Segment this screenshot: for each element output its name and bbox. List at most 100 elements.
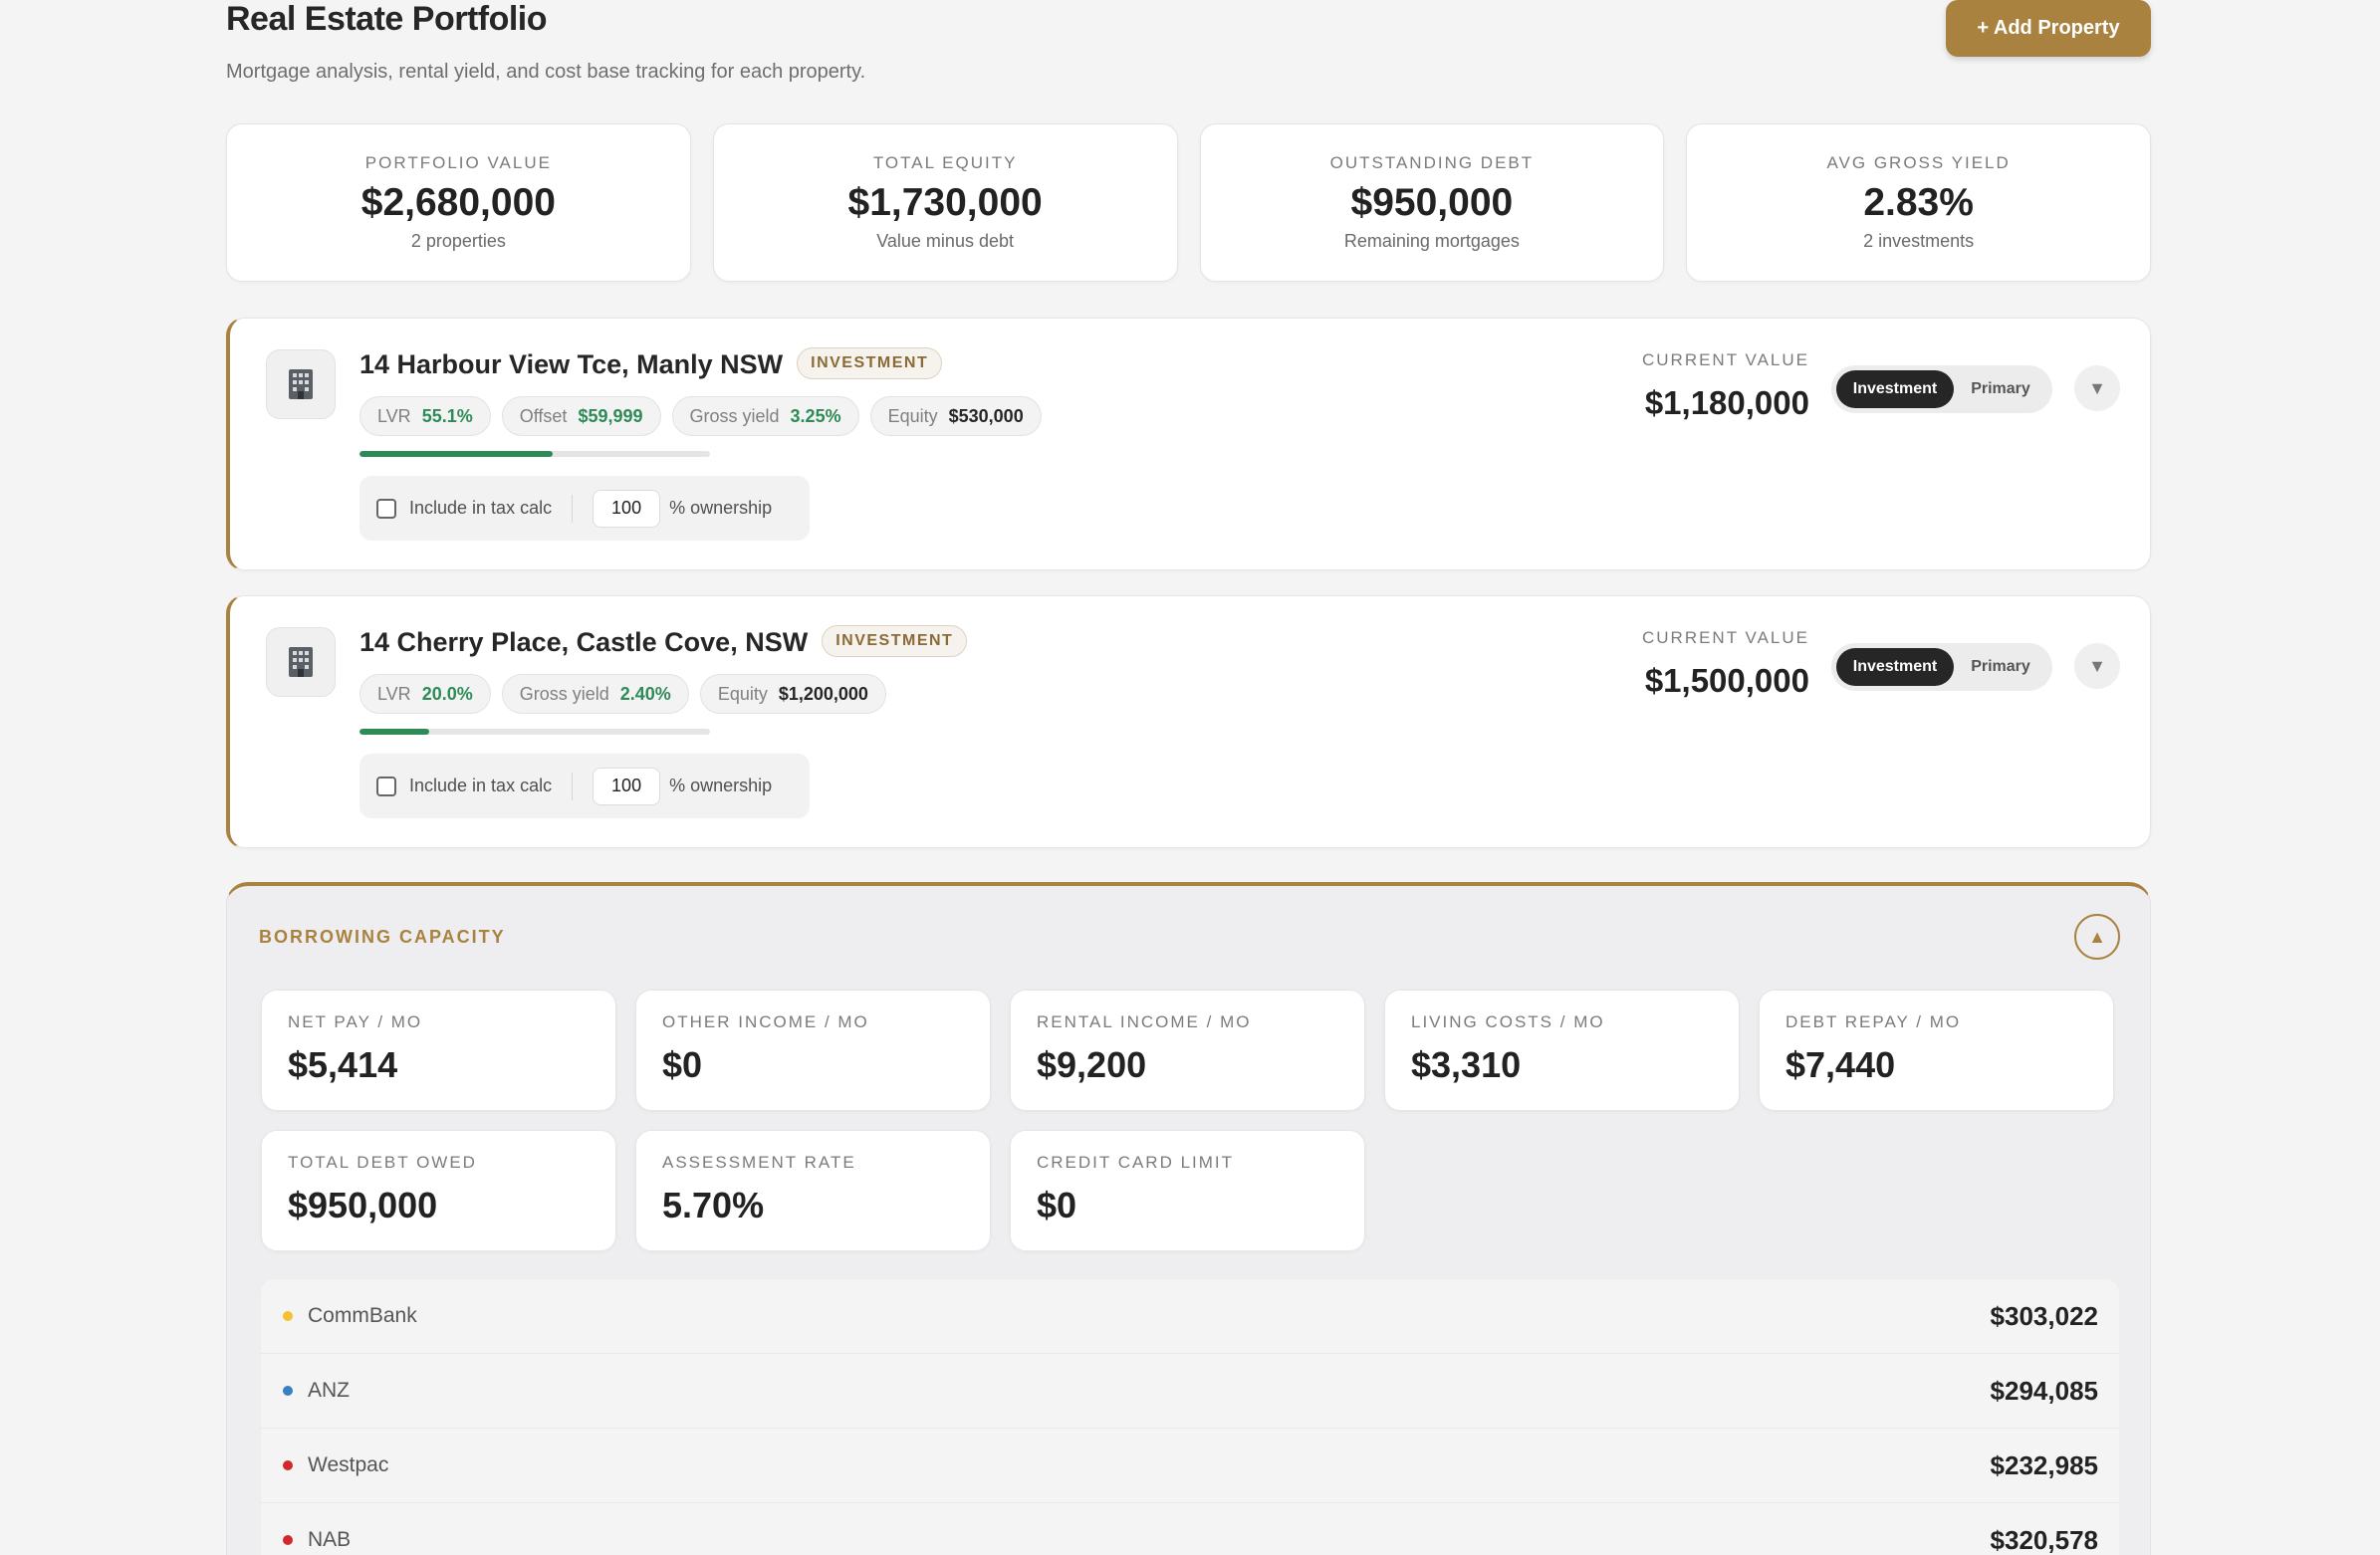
offset-chip: Offset $59,999 bbox=[501, 396, 661, 436]
add-property-button[interactable]: + Add Property bbox=[1946, 0, 2151, 57]
chip-label: Gross yield bbox=[689, 405, 780, 426]
metric-label: TOTAL DEBT OWED bbox=[288, 1153, 477, 1172]
toggle-investment[interactable]: Investment bbox=[1836, 370, 1954, 408]
expand-chevron-icon[interactable]: ▼ bbox=[2074, 643, 2120, 689]
chip-value: 55.1% bbox=[421, 405, 473, 426]
stat-value: 2.83% bbox=[1863, 181, 1974, 224]
metric-card: TOTAL DEBT OWED $950,000 bbox=[261, 1130, 616, 1251]
chip-value: 3.25% bbox=[790, 405, 841, 426]
lvr-chip: LVR 55.1% bbox=[359, 396, 491, 436]
property-card: 14 Harbour View Tce, Manly NSW INVESTMENT… bbox=[226, 318, 2151, 570]
chip-value: $1,200,000 bbox=[778, 683, 868, 704]
lender-row: ANZ $294,085 bbox=[261, 1354, 2119, 1429]
lender-amount: $320,578 bbox=[1990, 1524, 2098, 1555]
chip-label: LVR bbox=[377, 405, 411, 426]
metric-label: DEBT REPAY / MO bbox=[1785, 1012, 1962, 1031]
include-tax-label: Include in tax calc bbox=[409, 498, 553, 518]
current-value-label: CURRENT VALUE bbox=[1641, 350, 1809, 369]
lender-list: CommBank $303,022 ANZ $294,085 Westpac $232… bbox=[261, 1279, 2119, 1555]
stat-avg-gross-yield: AVG GROSS YIELD 2.83% 2 investments bbox=[1686, 123, 2151, 282]
metric-label: NET PAY / MO bbox=[288, 1012, 423, 1031]
chip-value: $59,999 bbox=[578, 405, 643, 426]
toggle-primary[interactable]: Primary bbox=[1954, 370, 2047, 408]
gross-yield-chip: Gross yield 3.25% bbox=[671, 396, 859, 436]
metric-value: $0 bbox=[662, 1044, 703, 1085]
metric-label: CREDIT CARD LIMIT bbox=[1037, 1153, 1235, 1172]
collapse-chevron-icon[interactable]: ▲ bbox=[2074, 914, 2120, 960]
page-subtitle: Mortgage analysis, rental yield, and cos… bbox=[226, 61, 866, 83]
metric-card: LIVING COSTS / MO $3,310 bbox=[1384, 990, 1740, 1111]
lender-name: ANZ bbox=[308, 1379, 350, 1402]
current-value-label: CURRENT VALUE bbox=[1641, 628, 1809, 647]
tax-settings: Include in tax calc % ownership bbox=[359, 754, 810, 818]
current-value: $1,180,000 bbox=[1644, 384, 1809, 421]
building-icon bbox=[266, 349, 336, 419]
lvr-progress-fill bbox=[359, 729, 430, 735]
stat-label: OUTSTANDING DEBT bbox=[1329, 153, 1535, 172]
metric-label: ASSESSMENT RATE bbox=[662, 1153, 856, 1172]
property-metrics: LVR 55.1% Offset $59,999 Gross yield 3.25% … bbox=[359, 396, 1042, 436]
ownership-input[interactable] bbox=[593, 767, 661, 805]
stat-sub: 2 investments bbox=[1863, 231, 1975, 251]
lender-name: Westpac bbox=[308, 1453, 389, 1476]
lender-dot-icon bbox=[283, 1386, 293, 1396]
metric-card: ASSESSMENT RATE 5.70% bbox=[635, 1130, 991, 1251]
lvr-progress-fill bbox=[359, 451, 553, 457]
lender-amount: $232,985 bbox=[1990, 1449, 2098, 1480]
lender-dot-icon bbox=[283, 1311, 293, 1321]
metric-value: $9,200 bbox=[1037, 1044, 1147, 1085]
lender-row: NAB $320,578 bbox=[261, 1503, 2119, 1555]
current-value: $1,500,000 bbox=[1644, 662, 1809, 699]
property-type-badge: INVESTMENT bbox=[822, 624, 968, 657]
toggle-primary[interactable]: Primary bbox=[1954, 648, 2047, 686]
ownership-input[interactable] bbox=[593, 489, 661, 528]
include-tax-checkbox[interactable] bbox=[376, 776, 396, 796]
property-address: 14 Cherry Place, Castle Cove, NSW INVESTM… bbox=[359, 624, 968, 660]
include-tax-label: Include in tax calc bbox=[409, 776, 553, 795]
lender-row: Westpac $232,985 bbox=[261, 1429, 2119, 1503]
property-type-badge: INVESTMENT bbox=[797, 346, 943, 379]
property-address-text: 14 Harbour View Tce, Manly NSW bbox=[359, 349, 784, 379]
stat-value: $950,000 bbox=[1350, 181, 1514, 224]
chip-label: LVR bbox=[377, 683, 411, 704]
equity-chip: Equity $530,000 bbox=[869, 396, 1042, 436]
stat-total-equity: TOTAL EQUITY $1,730,000 Value minus debt bbox=[712, 123, 1178, 282]
expand-chevron-icon[interactable]: ▼ bbox=[2074, 365, 2120, 411]
property-metrics: LVR 20.0% Gross yield 2.40% Equity $1,200,0… bbox=[359, 674, 886, 714]
stat-portfolio-value: PORTFOLIO VALUE $2,680,000 2 properties bbox=[226, 123, 691, 282]
include-tax-checkbox[interactable] bbox=[376, 498, 396, 519]
metric-card: RENTAL INCOME / MO $9,200 bbox=[1010, 990, 1365, 1111]
chip-label: Equity bbox=[887, 405, 938, 426]
borrowing-capacity-panel: BORROWING CAPACITY ▲ NET PAY / MO $5,414 … bbox=[226, 882, 2151, 1555]
stat-outstanding-debt: OUTSTANDING DEBT $950,000 Remaining mort… bbox=[1199, 123, 1665, 282]
chip-value: 2.40% bbox=[619, 683, 671, 704]
lvr-progress-bar bbox=[359, 451, 710, 457]
property-address-text: 14 Cherry Place, Castle Cove, NSW bbox=[359, 627, 809, 657]
lvr-progress-bar bbox=[359, 729, 710, 735]
stat-sub: Value minus debt bbox=[876, 231, 1014, 251]
lender-amount: $303,022 bbox=[1990, 1300, 2098, 1331]
stat-sub: Remaining mortgages bbox=[1343, 231, 1520, 251]
metric-value: $7,440 bbox=[1785, 1044, 1896, 1085]
stat-label: TOTAL EQUITY bbox=[872, 153, 1018, 172]
lvr-chip: LVR 20.0% bbox=[359, 674, 491, 714]
borrowing-metrics: NET PAY / MO $5,414 OTHER INCOME / MO $0 R… bbox=[261, 990, 2119, 1251]
toggle-investment[interactable]: Investment bbox=[1836, 648, 1954, 686]
metric-value: $0 bbox=[1037, 1185, 1077, 1225]
gross-yield-chip: Gross yield 2.40% bbox=[501, 674, 689, 714]
borrowing-capacity-title: BORROWING CAPACITY bbox=[259, 927, 506, 947]
chip-value: 20.0% bbox=[421, 683, 473, 704]
lender-name: NAB bbox=[308, 1528, 352, 1551]
stat-value: $1,730,000 bbox=[847, 181, 1043, 224]
ownership-label: % ownership bbox=[669, 498, 773, 518]
metric-label: RENTAL INCOME / MO bbox=[1037, 1012, 1252, 1031]
stat-label: PORTFOLIO VALUE bbox=[364, 153, 552, 172]
chip-label: Equity bbox=[717, 683, 768, 704]
metric-card: NET PAY / MO $5,414 bbox=[261, 990, 616, 1111]
lender-dot-icon bbox=[283, 1460, 293, 1470]
equity-chip: Equity $1,200,000 bbox=[699, 674, 886, 714]
ownership-label: % ownership bbox=[669, 776, 773, 795]
metric-value: $5,414 bbox=[288, 1044, 398, 1085]
property-address: 14 Harbour View Tce, Manly NSW INVESTMENT bbox=[359, 346, 943, 382]
building-icon bbox=[266, 627, 336, 697]
